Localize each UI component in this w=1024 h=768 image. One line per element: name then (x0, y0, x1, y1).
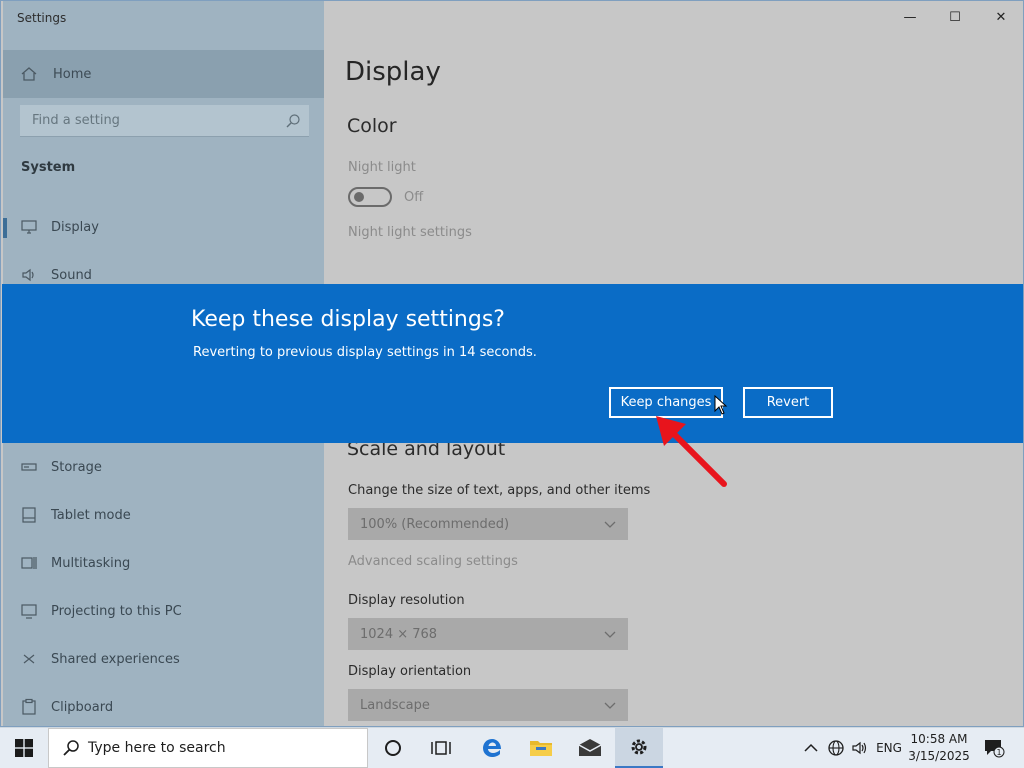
clock-date: 3/15/2025 (908, 749, 970, 763)
chevron-down-icon (604, 702, 616, 709)
sidebar-item-label: Storage (51, 459, 102, 475)
action-center-button[interactable]: 1 (978, 728, 1010, 768)
night-light-state: Off (404, 190, 424, 205)
dialog-message: Reverting to previous display settings i… (193, 345, 537, 360)
sidebar-item-multitasking[interactable]: Multitasking (3, 543, 324, 583)
scale-dropdown[interactable]: 100% (Recommended) (348, 508, 628, 540)
clock-time: 10:58 AM (910, 732, 968, 746)
volume-button[interactable] (848, 728, 872, 768)
sidebar-item-label: Clipboard (51, 699, 114, 715)
close-button[interactable]: ✕ (978, 1, 1024, 33)
search-icon (63, 740, 79, 756)
cortana-button[interactable] (369, 728, 417, 768)
globe-icon (828, 740, 844, 756)
mail-button[interactable] (566, 728, 614, 768)
monitor-icon (21, 220, 37, 234)
sidebar-item-label: Shared experiences (51, 651, 180, 667)
notification-icon: 1 (985, 740, 1005, 758)
cortana-icon (385, 740, 401, 756)
multitasking-icon (21, 557, 37, 569)
sidebar-item-shared-experiences[interactable]: Shared experiences (3, 639, 324, 679)
orientation-value: Landscape (360, 697, 430, 713)
resolution-label: Display resolution (348, 593, 465, 608)
show-hidden-icons-button[interactable] (800, 728, 822, 768)
file-explorer-button[interactable] (517, 728, 565, 768)
clipboard-icon (22, 698, 36, 715)
page-title: Display (345, 57, 441, 87)
settings-taskbar-button[interactable] (615, 728, 663, 768)
toggle-knob (354, 192, 364, 202)
windows-logo-icon (15, 739, 33, 757)
tablet-icon (22, 507, 36, 523)
orientation-label: Display orientation (348, 664, 472, 679)
maximize-button[interactable]: ☐ (932, 1, 978, 33)
sidebar-item-tablet-mode[interactable]: Tablet mode (3, 495, 324, 535)
mouse-cursor-icon (714, 395, 728, 415)
edge-button[interactable] (468, 728, 516, 768)
speaker-icon (22, 268, 34, 282)
color-heading: Color (347, 115, 397, 137)
find-setting-search[interactable] (20, 105, 309, 137)
resolution-dropdown[interactable]: 1024 × 768 (348, 618, 628, 650)
sidebar-item-display[interactable]: Display (3, 207, 324, 247)
taskbar-search-placeholder: Type here to search (88, 740, 226, 756)
night-light-toggle[interactable] (348, 187, 392, 207)
mail-icon (578, 739, 602, 756)
title-bar: Settings — ☐ ✕ (1, 1, 1023, 35)
chevron-up-icon (804, 743, 818, 752)
scale-label: Change the size of text, apps, and other… (348, 483, 651, 498)
projector-icon (21, 604, 37, 619)
sidebar-item-label: Sound (51, 267, 92, 283)
section-heading-system: System (21, 160, 76, 175)
dialog-title: Keep these display settings? (191, 307, 505, 332)
taskbar-search-box[interactable]: Type here to search (48, 728, 368, 768)
chevron-down-icon (604, 521, 616, 528)
sidebar-item-label: Display (51, 219, 99, 235)
sidebar-item-label: Projecting to this PC (51, 603, 182, 619)
input-language-indicator[interactable]: ENG (873, 728, 905, 768)
keep-settings-dialog: Keep these display settings? Reverting t… (2, 284, 1023, 443)
task-view-button[interactable] (417, 728, 465, 768)
sidebar-item-storage[interactable]: Storage (3, 447, 324, 487)
scale-value: 100% (Recommended) (360, 516, 510, 532)
orientation-dropdown[interactable]: Landscape (348, 689, 628, 721)
sidebar-home[interactable]: Home (3, 50, 324, 98)
edge-browser-icon (483, 739, 501, 757)
taskbar: Type here to search ENG 10:58 AM 3/15/20… (0, 727, 1024, 768)
start-button[interactable] (0, 728, 48, 768)
chevron-down-icon (604, 631, 616, 638)
night-light-label: Night light (348, 160, 416, 175)
search-icon (286, 114, 300, 128)
revert-button[interactable]: Revert (743, 387, 833, 418)
notification-count: 1 (996, 748, 1001, 757)
network-button[interactable] (824, 728, 848, 768)
find-setting-input[interactable] (20, 113, 270, 128)
gear-icon (631, 739, 647, 755)
sidebar-item-label: Multitasking (51, 555, 131, 571)
home-label: Home (53, 66, 92, 82)
home-icon (21, 67, 37, 81)
taskbar-clock[interactable]: 10:58 AM 3/15/2025 (906, 731, 972, 765)
shared-icon (23, 654, 35, 664)
resolution-value: 1024 × 768 (360, 626, 438, 642)
speaker-icon (852, 741, 867, 755)
night-light-settings-link[interactable]: Night light settings (348, 225, 472, 240)
storage-icon (21, 463, 37, 471)
minimize-button[interactable]: — (887, 1, 933, 33)
task-view-icon (431, 741, 451, 755)
sidebar-item-projecting[interactable]: Projecting to this PC (3, 591, 324, 631)
window-title: Settings (17, 11, 67, 25)
advanced-scaling-link[interactable]: Advanced scaling settings (348, 554, 518, 569)
sidebar-item-label: Tablet mode (51, 507, 131, 523)
sidebar-item-clipboard[interactable]: Clipboard (3, 687, 324, 727)
folder-icon (530, 741, 552, 756)
annotation-arrow-icon (656, 416, 727, 487)
